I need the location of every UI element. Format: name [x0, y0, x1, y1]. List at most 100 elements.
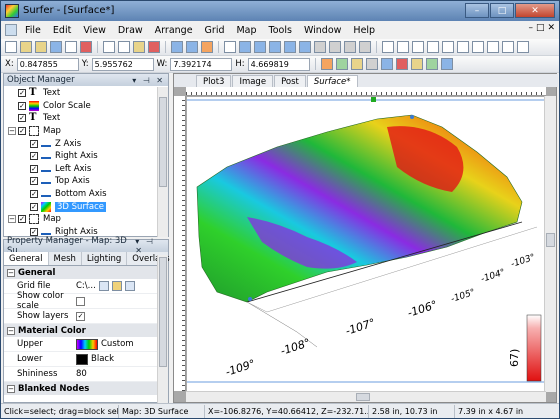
tree-item[interactable]: − ✓ Map [4, 125, 158, 138]
doc-close-button[interactable]: ✕ [547, 23, 555, 33]
menu-arrange[interactable]: Arrange [149, 25, 199, 36]
visibility-checkbox[interactable]: ✓ [30, 202, 38, 211]
tree-item[interactable]: − ✓ Map [4, 213, 158, 226]
contour-map-icon[interactable] [320, 58, 333, 70]
zoom-out-icon[interactable] [254, 41, 266, 53]
tree-item[interactable]: ✓ T Text [4, 112, 158, 125]
tree-item[interactable]: ✓ T Text [4, 87, 158, 100]
post-map-icon[interactable] [350, 58, 363, 70]
show-layers-checkbox[interactable]: ✓ [76, 311, 85, 321]
visibility-checkbox[interactable]: ✓ [30, 139, 38, 148]
menu-grid[interactable]: Grid [199, 25, 231, 36]
reshape-icon[interactable] [502, 41, 514, 53]
symbol-icon[interactable] [427, 41, 439, 53]
scroll-thumb[interactable] [356, 393, 370, 401]
copy-icon[interactable] [118, 41, 130, 53]
rounded-rectangle-icon[interactable] [457, 41, 469, 53]
scroll-thumb[interactable] [159, 97, 167, 187]
visibility-checkbox[interactable]: ✓ [30, 164, 38, 173]
print-icon[interactable] [65, 41, 77, 53]
blanked-nodes-section[interactable]: − Blanked Nodes [4, 382, 158, 395]
property-scrollbar[interactable] [157, 255, 168, 403]
visibility-checkbox[interactable]: ✓ [18, 101, 26, 110]
scroll-thumb[interactable] [546, 233, 555, 247]
visibility-checkbox[interactable]: ✓ [18, 114, 26, 123]
save-icon[interactable] [50, 41, 62, 53]
tab-image[interactable]: Image [232, 75, 274, 87]
panel-pin-close-icons[interactable]: ▾ ⊣ ✕ [132, 76, 168, 85]
more-tools-icon[interactable] [517, 41, 529, 53]
tab-overlays[interactable]: Overlays [127, 252, 176, 265]
shaded-relief-icon[interactable] [380, 58, 393, 70]
ellipse-icon[interactable] [472, 41, 484, 53]
spline-icon[interactable] [487, 41, 499, 53]
document-icon[interactable] [5, 24, 17, 36]
open-icon[interactable] [35, 41, 47, 53]
tree-item[interactable]: ✓ Z Axis [4, 137, 158, 150]
polygon-icon[interactable] [397, 41, 409, 53]
polyline-icon[interactable] [412, 41, 424, 53]
collapse-icon[interactable]: − [7, 326, 15, 335]
color-scale-icon[interactable] [440, 58, 453, 70]
menu-draw[interactable]: Draw [112, 25, 149, 36]
select-arrow-icon[interactable] [224, 41, 236, 53]
delete-icon[interactable] [148, 41, 160, 53]
tab-mesh[interactable]: Mesh [49, 252, 82, 265]
properties-icon[interactable] [201, 41, 213, 53]
rectangle-icon[interactable] [442, 41, 454, 53]
expand-collapse-icon[interactable]: − [8, 127, 16, 136]
visibility-checkbox[interactable]: ✓ [18, 215, 26, 224]
visibility-checkbox[interactable]: ✓ [18, 127, 26, 136]
zoom-in-icon[interactable] [239, 41, 251, 53]
surface-plot[interactable]: -109° -108° -107° -106° -105° -104° -103… [187, 97, 545, 391]
scroll-thumb[interactable] [159, 257, 167, 367]
show-color-scale-checkbox[interactable] [76, 296, 85, 306]
open-folder-icon[interactable] [111, 281, 122, 291]
tab-surface[interactable]: Surface* [306, 75, 358, 87]
image-map-icon[interactable] [365, 58, 378, 70]
material-color-section[interactable]: − Material Color [4, 324, 158, 337]
y-input[interactable] [91, 57, 154, 71]
text-tool-icon[interactable] [382, 41, 394, 53]
expand-collapse-icon[interactable]: − [8, 215, 16, 224]
color-scale-bar[interactable] [526, 314, 542, 382]
visibility-checkbox[interactable]: ✓ [30, 152, 38, 161]
tree-item[interactable]: ✓ Top Axis [4, 175, 158, 188]
layout-icon[interactable] [344, 41, 356, 53]
tree-item[interactable]: ✓ Color Scale [4, 100, 158, 113]
visibility-checkbox[interactable]: ✓ [30, 190, 38, 199]
general-section[interactable]: − General [4, 266, 158, 279]
menu-help[interactable]: Help [347, 25, 381, 36]
menu-edit[interactable]: Edit [47, 25, 77, 36]
redo-icon[interactable] [186, 41, 198, 53]
grid-info-icon[interactable] [98, 281, 109, 291]
visibility-checkbox[interactable]: ✓ [30, 227, 38, 236]
tab-plot3[interactable]: Plot3 [196, 75, 232, 87]
doc-minimize-button[interactable]: – [528, 23, 533, 33]
h-input[interactable] [247, 57, 310, 71]
selection-handle-tr[interactable] [410, 115, 414, 119]
cut-icon[interactable] [103, 41, 115, 53]
menu-window[interactable]: Window [298, 25, 347, 36]
pan-icon[interactable] [314, 41, 326, 53]
undo-icon[interactable] [171, 41, 183, 53]
upper-color-select[interactable]: Custom [76, 338, 158, 350]
paste-icon[interactable] [133, 41, 145, 53]
visibility-checkbox[interactable]: ✓ [18, 89, 26, 98]
close-button[interactable]: ✕ [515, 3, 555, 18]
export-icon[interactable] [80, 41, 92, 53]
overlay-icon[interactable] [359, 41, 371, 53]
surface-map-icon[interactable] [425, 58, 438, 70]
collapse-icon[interactable]: − [7, 268, 15, 277]
save-grid-icon[interactable] [124, 281, 135, 291]
menu-tools[interactable]: Tools [263, 25, 298, 36]
tab-general[interactable]: General [4, 252, 49, 265]
w-input[interactable] [170, 57, 233, 71]
menu-view[interactable]: View [77, 25, 112, 36]
tab-post[interactable]: Post [274, 75, 306, 87]
vector-map-icon[interactable] [395, 58, 408, 70]
zoom-rect-icon[interactable] [269, 41, 281, 53]
tab-lighting[interactable]: Lighting [82, 252, 128, 265]
document-vertical-scrollbar[interactable] [544, 96, 556, 392]
menu-file[interactable]: File [19, 25, 47, 36]
